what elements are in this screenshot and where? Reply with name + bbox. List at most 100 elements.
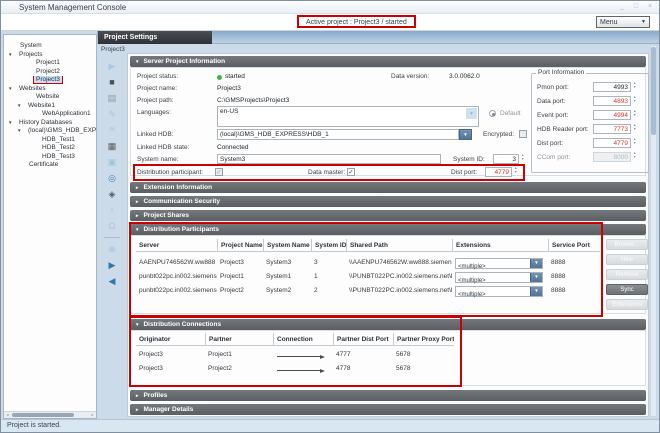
- new-button[interactable]: New: [606, 254, 648, 265]
- history-db-button[interactable]: ◎: [100, 170, 124, 186]
- column-header-service_port[interactable]: Service Port: [548, 239, 600, 252]
- data-master-checkbox[interactable]: ✓: [347, 168, 355, 176]
- tree-item-webapplication1[interactable]: WebApplication1: [4, 110, 96, 119]
- connection-row[interactable]: Project3Project247785678: [136, 362, 454, 376]
- data-port-spinner[interactable]: ▲▼: [633, 96, 636, 104]
- tree-expander-icon[interactable]: ▼: [8, 85, 16, 94]
- tree-item-websites[interactable]: ▼Websites: [4, 85, 96, 94]
- linked-hdb-field[interactable]: (local)\GMS_HDB_EXPRESS\HDB_1: [217, 129, 459, 140]
- column-header-connection[interactable]: Connection: [273, 333, 333, 346]
- tab-project-settings[interactable]: Project Settings: [98, 31, 212, 44]
- tree-item-website1[interactable]: ▼Website1: [4, 102, 96, 111]
- dropdown-arrow-icon[interactable]: ▼: [530, 273, 542, 282]
- tree-item-certificate[interactable]: Certificate: [4, 161, 96, 170]
- share-button[interactable]: ◈: [100, 186, 124, 202]
- save-button[interactable]: ▣: [100, 154, 124, 170]
- minimize-icon[interactable]: _: [617, 3, 627, 10]
- hdb-reader-port-spinner[interactable]: ▲▼: [633, 124, 636, 132]
- sync-button[interactable]: Sync: [606, 284, 648, 295]
- browse-button[interactable]: Browse...: [606, 239, 648, 250]
- tree-item-local-gms-hdb-expres[interactable]: ▼(local)\GMS_HDB_EXPRES: [4, 127, 96, 136]
- participant-row[interactable]: AAENPU746562W.ww888Project3System33\\AAE…: [136, 256, 600, 270]
- event-port-spinner[interactable]: ▲▼: [633, 110, 636, 118]
- expand-button[interactable]: ▶: [100, 257, 124, 273]
- encrypted-checkbox[interactable]: [519, 130, 527, 138]
- notification-button[interactable]: Ω: [100, 218, 124, 234]
- menu-dropdown-button[interactable]: Menu ▼: [596, 16, 650, 28]
- section-header-extension-information[interactable]: ► Extension Information: [130, 182, 646, 193]
- dropdown-arrow-icon[interactable]: ▼: [530, 259, 542, 268]
- scroll-right-icon[interactable]: ▸: [89, 412, 96, 418]
- scrollbar-thumb[interactable]: [12, 413, 74, 417]
- play-button[interactable]: ▶: [100, 58, 124, 74]
- tree-expander-icon[interactable]: ▼: [17, 102, 25, 111]
- tree-item-project1[interactable]: Project1: [4, 59, 96, 68]
- tree-item-history-databases[interactable]: ▼History Databases: [4, 119, 96, 128]
- column-header-system_id[interactable]: System ID: [311, 239, 346, 252]
- hdb-reader-port-field[interactable]: 7773: [593, 124, 631, 134]
- tree-expander-icon[interactable]: ▼: [8, 119, 16, 128]
- pmon-port-field[interactable]: 4993: [593, 82, 631, 92]
- pmon-port-spinner[interactable]: ▲▼: [633, 82, 636, 90]
- section-header-project-shares[interactable]: ► Project Shares: [130, 210, 646, 221]
- tree-item-hdb-test1[interactable]: HDB_Test1: [4, 136, 96, 145]
- tree-item-project2[interactable]: Project2: [4, 68, 96, 77]
- section-header-server-project-information[interactable]: ▼ Server Project Information: [130, 56, 646, 67]
- section-header-profiles[interactable]: ► Profiles: [130, 390, 646, 401]
- system-id-spinner[interactable]: ▲ ▼: [521, 154, 524, 162]
- section-header-distribution-connections[interactable]: ▼ Distribution Connections: [130, 319, 646, 330]
- participant-row[interactable]: punbt022pc.in002.siemens.netProject2Syst…: [136, 284, 600, 298]
- tree-expander-icon[interactable]: ▼: [8, 51, 16, 60]
- participant-row[interactable]: punbt022pc.in002.siemens.netProject1Syst…: [136, 270, 600, 284]
- tree-expander-icon[interactable]: ▼: [17, 127, 25, 136]
- distribution-participant-checkbox[interactable]: ✓: [215, 168, 223, 176]
- tree-item-hdb-test2[interactable]: HDB_Test2: [4, 144, 96, 153]
- dist-port-field[interactable]: 4779: [593, 138, 631, 148]
- link-hdb-button[interactable]: ⚑: [100, 122, 124, 138]
- tree-horizontal-scrollbar[interactable]: ◂ ▸: [4, 411, 96, 418]
- copy-project-button[interactable]: ▤: [100, 90, 124, 106]
- extensions-dropdown[interactable]: <multiple>▼: [455, 272, 543, 283]
- column-header-partner[interactable]: Partner: [205, 333, 273, 346]
- collapse-button[interactable]: ◀: [100, 273, 124, 289]
- tree-item-system[interactable]: System: [4, 42, 96, 51]
- column-header-server[interactable]: Server: [136, 239, 217, 252]
- add-button[interactable]: ⊕: [100, 241, 124, 257]
- data-port-field[interactable]: 4893: [593, 96, 631, 106]
- section-header-manager-details[interactable]: ► Manager Details: [130, 404, 646, 415]
- column-header-shared_path[interactable]: Shared Path: [346, 239, 452, 252]
- event-port-field[interactable]: 4994: [593, 110, 631, 120]
- languages-dropdown-icon[interactable]: ▼: [466, 108, 477, 119]
- content-vertical-scrollbar[interactable]: [650, 45, 657, 417]
- extensions-dropdown[interactable]: <multiple>▼: [455, 286, 543, 297]
- system-name-field[interactable]: System3: [217, 154, 441, 164]
- dist-port-spinner[interactable]: ▲ ▼: [514, 167, 517, 175]
- remove-button[interactable]: Remove: [606, 269, 648, 280]
- extensions-dropdown[interactable]: <multiple>▼: [455, 258, 543, 269]
- section-header-distribution-participants[interactable]: ▼ Distribution Participants: [130, 224, 646, 235]
- close-icon[interactable]: ×: [645, 3, 655, 10]
- dropdown-arrow-icon[interactable]: ▼: [530, 287, 542, 296]
- column-header-originator[interactable]: Originator: [136, 333, 205, 346]
- column-header-partner_proxy_port[interactable]: Partner Proxy Port: [393, 333, 454, 346]
- dist-port-field[interactable]: 4779: [485, 167, 512, 177]
- maximize-icon[interactable]: □: [631, 3, 641, 10]
- languages-listbox[interactable]: en-US ▼: [217, 106, 479, 127]
- scrollbar-thumb[interactable]: [651, 47, 656, 135]
- upgrade-button[interactable]: ↑: [100, 202, 124, 218]
- column-header-extensions[interactable]: Extensions: [452, 239, 548, 252]
- tree-item-hdb-test3[interactable]: HDB_Test3: [4, 153, 96, 162]
- column-header-system_name[interactable]: System Name: [263, 239, 311, 252]
- scroll-left-icon[interactable]: ◂: [4, 412, 11, 418]
- edit-button[interactable]: ✎: [100, 106, 124, 122]
- extensions-button[interactable]: Extensions: [606, 299, 648, 310]
- system-id-field[interactable]: 3: [493, 154, 519, 164]
- default-radio[interactable]: [489, 110, 496, 117]
- column-header-project_name[interactable]: Project Name: [217, 239, 263, 252]
- tree-item-project3[interactable]: Project3: [4, 76, 96, 85]
- linked-hdb-dropdown-button[interactable]: ▼: [459, 129, 472, 140]
- connection-row[interactable]: Project3Project147775678: [136, 348, 454, 362]
- stop-button[interactable]: ■: [100, 74, 124, 90]
- tree-item-projects[interactable]: ▼Projects: [4, 51, 96, 60]
- distribution-button[interactable]: ▦: [100, 138, 124, 154]
